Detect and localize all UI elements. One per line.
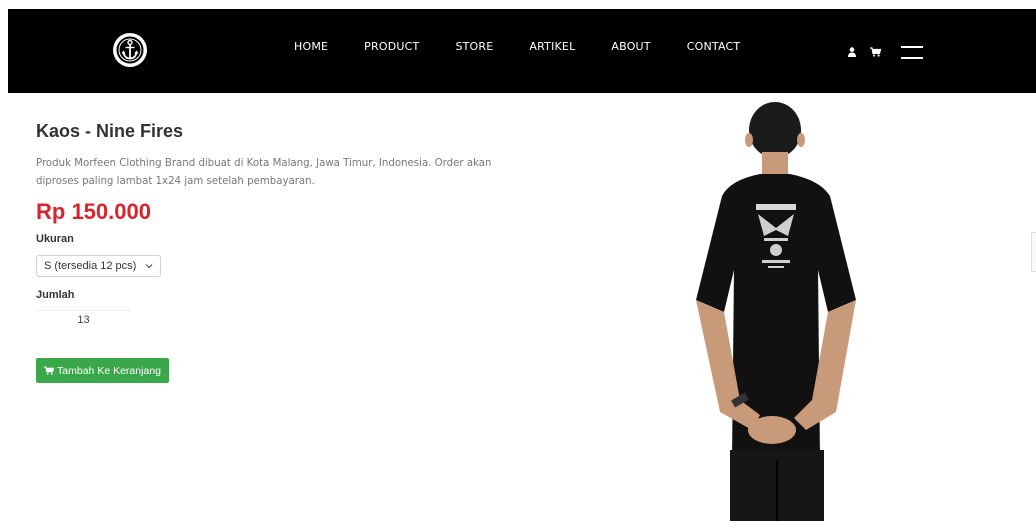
navbar: HOME PRODUCT STORE ARTIKEL ABOUT CONTACT xyxy=(8,9,1036,93)
quantity-label: Jumlah xyxy=(36,289,75,301)
product-description: Produk Morfeen Clothing Brand dibuat di … xyxy=(36,158,492,187)
product-price: Rp 150.000 xyxy=(36,199,151,224)
chevron-down-icon xyxy=(145,264,153,269)
nav-contact[interactable]: CONTACT xyxy=(687,40,741,53)
cart-icon xyxy=(44,366,55,375)
scroll-handle[interactable] xyxy=(1031,232,1036,272)
menu-icon[interactable] xyxy=(901,45,923,59)
size-label: Ukuran xyxy=(36,233,74,245)
nav-store[interactable]: STORE xyxy=(455,40,493,53)
nav-about[interactable]: ABOUT xyxy=(611,40,650,53)
nav-icons xyxy=(848,45,923,59)
add-to-cart-button[interactable]: Tambah Ke Keranjang xyxy=(36,358,169,383)
add-to-cart-label: Tambah Ke Keranjang xyxy=(57,364,161,377)
main-nav: HOME PRODUCT STORE ARTIKEL ABOUT CONTACT xyxy=(294,40,776,53)
nav-product[interactable]: PRODUCT xyxy=(364,40,419,53)
nav-artikel[interactable]: ARTIKEL xyxy=(529,40,575,53)
nav-home[interactable]: HOME xyxy=(294,40,328,53)
cart-icon[interactable] xyxy=(870,47,881,57)
user-icon[interactable] xyxy=(848,47,856,57)
quantity-input[interactable]: 13 xyxy=(36,310,131,328)
product-photo xyxy=(696,102,856,521)
anchor-logo-icon[interactable] xyxy=(112,32,148,68)
size-selected-value: S (tersedia 12 pcs) xyxy=(44,260,137,272)
size-select[interactable]: S (tersedia 12 pcs) xyxy=(36,255,161,277)
product-title: Kaos - Nine Fires xyxy=(36,121,184,141)
